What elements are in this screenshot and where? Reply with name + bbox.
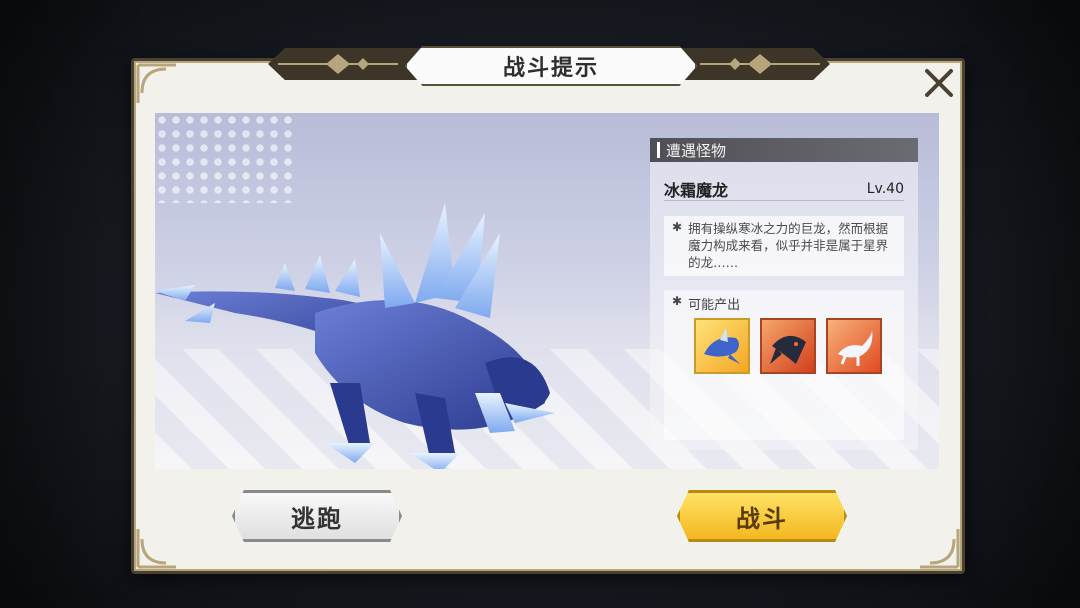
ice-whale-icon bbox=[704, 328, 740, 364]
title-ornament-left-icon bbox=[278, 54, 398, 74]
corner-ornament-icon bbox=[136, 521, 184, 569]
description-box: ✱ 拥有操纵寒冰之力的巨龙，然而根据魔力构成来看，似乎并非是属于星界的龙…… bbox=[664, 216, 904, 276]
drop-item[interactable] bbox=[694, 318, 750, 374]
frost-dragon-icon bbox=[155, 203, 555, 469]
monster-level: Lv.40 bbox=[866, 181, 904, 197]
dialog-title: 战斗提示 bbox=[502, 56, 599, 81]
monster-info-row: 冰霜魔龙 Lv.40 bbox=[664, 178, 904, 201]
drops-label: 可能产出 bbox=[688, 298, 741, 313]
drop-items bbox=[694, 318, 882, 374]
drop-item[interactable] bbox=[760, 318, 816, 374]
close-icon bbox=[925, 69, 953, 97]
monster-name: 冰霜魔龙 bbox=[664, 181, 729, 200]
bullet-icon: ✱ bbox=[672, 220, 683, 234]
title-plate: 战斗提示 bbox=[405, 46, 697, 86]
dark-dragon-icon bbox=[770, 335, 806, 364]
section-title: 遭遇怪物 bbox=[666, 141, 727, 160]
corner-ornament-icon bbox=[912, 521, 960, 569]
white-lizard-icon bbox=[838, 330, 873, 366]
fight-button[interactable]: 战斗 bbox=[677, 490, 847, 542]
header-accent bbox=[657, 142, 660, 158]
title-ornament-right-icon bbox=[700, 54, 820, 74]
drops-box: ✱ 可能产出 bbox=[664, 290, 904, 440]
flee-button[interactable]: 逃跑 bbox=[232, 490, 402, 542]
corner-ornament-icon bbox=[136, 63, 184, 111]
fight-button-label: 战斗 bbox=[736, 504, 788, 533]
decor-dots bbox=[155, 113, 295, 203]
monster-description: 拥有操纵寒冰之力的巨龙，然而根据魔力构成来看，似乎并非是属于星界的龙…… bbox=[688, 221, 889, 270]
flee-button-label: 逃跑 bbox=[291, 504, 343, 533]
close-button[interactable] bbox=[918, 62, 960, 104]
section-header: 遭遇怪物 bbox=[650, 138, 918, 162]
drop-item[interactable] bbox=[826, 318, 882, 374]
bullet-icon: ✱ bbox=[672, 294, 683, 308]
